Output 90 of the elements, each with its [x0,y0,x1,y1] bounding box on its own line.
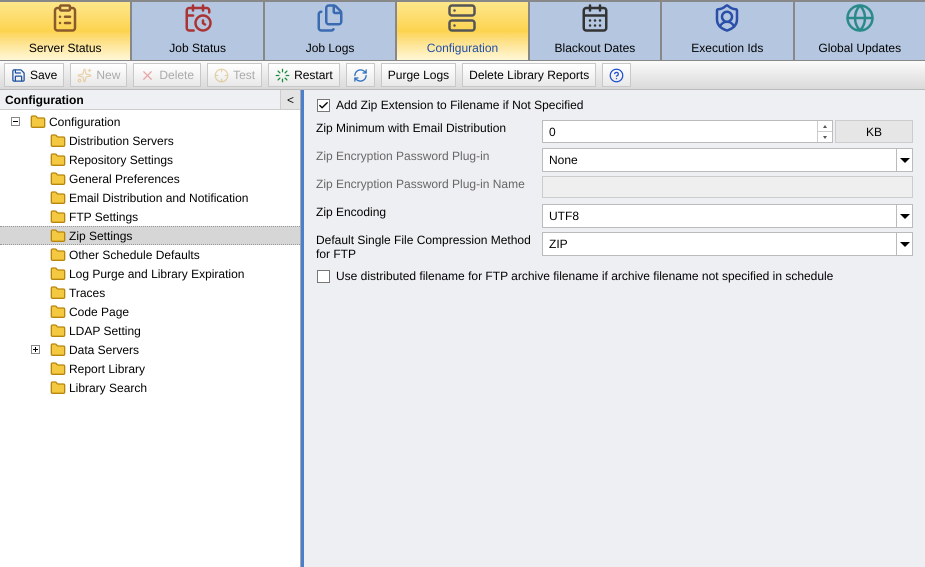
folder-icon [50,304,66,320]
field-label: Zip Encryption Password Plug-in [316,148,490,163]
tree-item[interactable]: Code Page [0,302,300,321]
tree-item[interactable]: Report Library [0,359,300,378]
tree-item[interactable]: Log Purge and Library Expiration [0,264,300,283]
tree-item[interactable]: Library Search [0,378,300,397]
documents-icon [315,3,346,33]
expand-icon[interactable] [30,345,40,354]
folder-icon [50,284,66,300]
tree-label: Other Schedule Defaults [69,246,200,264]
tree-item[interactable]: Zip Settings [0,226,300,245]
number-field[interactable]: 0 [542,120,833,143]
field-label: Zip Minimum with Email Distribution [316,120,508,135]
folder-icon [50,170,66,186]
tree-label: FTP Settings [69,208,138,226]
tree-label: Library Search [69,380,148,396]
folder-icon [50,228,66,244]
folder-icon [50,208,66,224]
tree-label: LDAP Setting [69,322,141,340]
tab[interactable]: Server Status [0,2,130,60]
tree-item[interactable]: General Preferences [0,169,300,188]
tree-label: Email Distribution and Notification [69,190,248,206]
field-label: Zip Encoding [316,204,388,219]
folder-icon [50,246,66,262]
folder-icon [50,342,66,358]
field-label: Default Single File Compression Method for FTP [316,232,532,261]
tree-label: Configuration [49,114,120,130]
tree-label: Repository Settings [69,152,174,168]
tab[interactable]: Blackout Dates [530,2,660,60]
tab[interactable]: Configuration [397,2,528,60]
globe-icon [844,3,875,33]
folder-icon [50,360,66,376]
tree-label: Log Purge and Library Expiration [69,266,244,282]
server-icon [447,3,478,33]
dropdown[interactable]: None [542,148,913,172]
tree-item[interactable]: Traces [0,283,300,302]
toolbar-icon-button[interactable] [346,63,375,87]
checkbox-label: Use distributed filename for FTP archive filename if archive filename not specified in schedule [336,268,834,285]
tree-item[interactable]: Repository Settings [0,150,300,169]
tree-item[interactable]: Other Schedule Defaults [0,245,300,264]
tree-label: Code Page [69,304,130,320]
tab[interactable]: Job Logs [264,2,396,60]
folder-icon [50,132,66,148]
target-icon [214,68,230,82]
toolbar-icon-button[interactable] [602,63,632,87]
toolbar-button[interactable]: Save [4,63,64,87]
tree-label: Traces [69,284,106,302]
dropdown[interactable]: UTF8 [542,204,913,228]
dropdown-arrow-icon[interactable] [896,233,912,255]
restart-icon [275,68,290,82]
folder-icon [50,266,66,282]
save-icon [11,68,26,82]
folder-icon [50,380,66,396]
tree-item[interactable]: Email Distribution and Notification [0,188,300,207]
dropdown-arrow-icon[interactable] [896,205,912,227]
tree-item[interactable]: Data Servers [0,340,300,359]
collapse-button[interactable]: < [280,90,300,109]
panel-title: Configuration [4,92,85,109]
checkbox[interactable] [317,270,330,282]
checkbox-label: Add Zip Extension to Filename if Not Specified [336,97,584,114]
collapse-icon[interactable] [10,117,20,126]
calendar-clock-icon [182,3,213,33]
tab[interactable]: Job Status [132,2,263,60]
tree-label: Report Library [69,360,146,378]
tab[interactable]: Execution Ids [662,2,793,60]
unit-label: KB [835,120,913,143]
toolbar-button[interactable]: Purge Logs [380,63,456,87]
toolbar-button[interactable]: Restart [268,63,340,87]
tab[interactable]: Global Updates [794,2,925,60]
checkbox[interactable] [317,98,330,112]
tree-item[interactable]: LDAP Setting [0,321,300,340]
help-icon [609,68,624,82]
calendar-icon [580,3,610,33]
tree-label: Distribution Servers [69,132,174,150]
tree-label: General Preferences [69,170,180,188]
tree-item[interactable]: FTP Settings [0,207,300,226]
sparkle-icon [77,68,92,82]
folder-icon [50,322,66,338]
tree-item[interactable]: Configuration [0,112,300,131]
folder-icon [50,152,66,168]
tree-label: Zip Settings [69,228,132,244]
folder-icon [30,114,46,130]
field-label: Zip Encryption Password Plug-in Name [316,176,526,191]
toolbar-button[interactable]: Delete Library Reports [462,63,596,87]
tree-item[interactable]: Distribution Servers [0,131,300,150]
folder-icon [50,190,66,206]
dropdown[interactable]: ZIP [542,232,913,256]
dropdown-arrow-icon[interactable] [896,149,912,171]
tree-label: Data Servers [69,342,140,358]
refresh-icon [352,68,368,82]
